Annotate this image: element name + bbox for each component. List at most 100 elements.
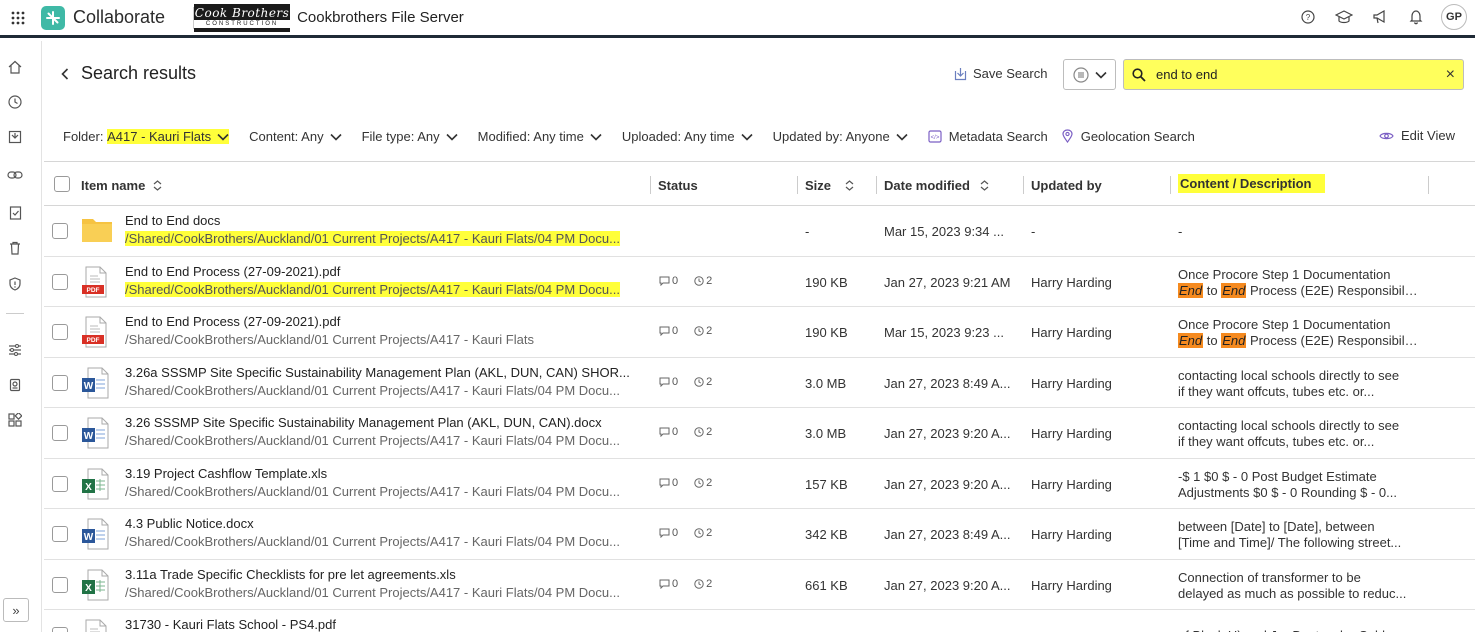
- home-icon[interactable]: [0, 54, 30, 80]
- comments-count[interactable]: 0: [659, 275, 678, 287]
- app-launcher-icon[interactable]: [3, 3, 33, 33]
- inbox-icon[interactable]: [0, 124, 30, 150]
- versions-count[interactable]: 2: [694, 527, 712, 539]
- edit-view-button[interactable]: Edit View: [1379, 128, 1455, 143]
- row-checkbox[interactable]: [52, 576, 68, 593]
- item-name-link[interactable]: 3.11a Trade Specific Checklists for pre …: [125, 567, 456, 582]
- comments-count[interactable]: 0: [659, 376, 678, 388]
- chevron-down-icon: [741, 129, 753, 144]
- row-checkbox[interactable]: [52, 273, 68, 290]
- geolocation-search-button[interactable]: Geolocation Search: [1062, 129, 1195, 144]
- app-name[interactable]: Collaborate: [73, 7, 165, 28]
- recent-icon[interactable]: [0, 89, 30, 115]
- item-path-link[interactable]: /Shared/CookBrothers/Auckland/01 Current…: [125, 585, 620, 600]
- table-row[interactable]: X 3.19 Project Cashflow Template.xls /Sh…: [44, 459, 1475, 509]
- shield-icon[interactable]: [0, 271, 30, 297]
- row-checkbox[interactable]: [52, 324, 68, 340]
- item-name-link[interactable]: 3.26a SSSMP Site Specific Sustainability…: [125, 365, 630, 380]
- sidebar-expand-button[interactable]: »: [3, 598, 29, 622]
- comments-count[interactable]: 0: [659, 527, 678, 539]
- column-separator[interactable]: [1170, 176, 1171, 194]
- item-name-link[interactable]: End to End Process (27-09-2021).pdf: [125, 314, 340, 329]
- filter-file-type[interactable]: File type: Any: [362, 129, 458, 144]
- announcements-icon[interactable]: [1369, 6, 1391, 28]
- row-checkbox[interactable]: [52, 425, 68, 441]
- item-path-link[interactable]: /Shared/CookBrothers/Auckland/01 Current…: [125, 231, 620, 246]
- versions-count[interactable]: 2: [694, 275, 712, 287]
- status-cell: 0 2: [659, 376, 712, 388]
- learn-icon[interactable]: [1333, 6, 1355, 28]
- clear-search-icon[interactable]: ×: [1446, 66, 1455, 84]
- item-name-link[interactable]: End to End docs: [125, 213, 220, 228]
- metadata-search-button[interactable]: </> Metadata Search: [928, 129, 1048, 144]
- item-name-link[interactable]: 3.26 SSSMP Site Specific Sustainability …: [125, 415, 602, 430]
- item-name-link[interactable]: 3.19 Project Cashflow Template.xls: [125, 466, 327, 481]
- link-icon[interactable]: [0, 162, 30, 188]
- item-path-link[interactable]: /Shared/CookBrothers/Auckland/01 Current…: [125, 383, 620, 398]
- table-row[interactable]: W 4.3 Public Notice.docx /Shared/CookBro…: [44, 509, 1475, 560]
- select-all-checkbox[interactable]: [54, 176, 70, 192]
- filter-folder[interactable]: Folder: A417 - Kauri Flats: [63, 128, 230, 144]
- column-updated-by[interactable]: Updated by: [1031, 178, 1102, 193]
- comments-count[interactable]: 0: [659, 477, 678, 489]
- item-path-link[interactable]: /Shared/CookBrothers/Auckland/01 Current…: [125, 332, 534, 347]
- item-name-link[interactable]: End to End Process (27-09-2021).pdf: [125, 264, 340, 279]
- item-path-link[interactable]: /Shared/CookBrothers/Auckland/01 Current…: [125, 484, 620, 499]
- versions-count[interactable]: 2: [694, 426, 712, 438]
- filter-content[interactable]: Content: Any: [249, 129, 342, 144]
- table-row[interactable]: End to End docs /Shared/CookBrothers/Auc…: [44, 206, 1475, 257]
- row-checkbox[interactable]: [52, 475, 68, 492]
- item-path-link[interactable]: /Shared/CookBrothers/Auckland/01 Current…: [125, 534, 620, 549]
- item-path-link[interactable]: /Shared/CookBrothers/Auckland/01 Current…: [125, 281, 620, 297]
- table-row[interactable]: PDF 31730 - Kauri Flats School - PS4.pdf…: [44, 610, 1475, 632]
- column-separator[interactable]: [797, 176, 798, 194]
- item-path-link[interactable]: /Shared/CookBrothers/Auckland/01 Current…: [125, 433, 620, 448]
- filter-uploaded[interactable]: Uploaded: Any time: [622, 129, 753, 144]
- versions-count[interactable]: 2: [694, 325, 712, 337]
- table-row[interactable]: W 3.26a SSSMP Site Specific Sustainabili…: [44, 358, 1475, 408]
- version-history-icon: [694, 528, 704, 538]
- item-name-link[interactable]: 31730 - Kauri Flats School - PS4.pdf: [125, 617, 336, 632]
- settings-sliders-icon[interactable]: [0, 337, 30, 363]
- filter-updated-by[interactable]: Updated by: Anyone: [773, 129, 908, 144]
- search-input[interactable]: [1156, 67, 1436, 82]
- column-separator[interactable]: [1428, 176, 1429, 194]
- comments-count[interactable]: 0: [659, 578, 678, 590]
- save-icon: [954, 67, 967, 80]
- apps-icon[interactable]: [0, 407, 30, 433]
- filter-modified[interactable]: Modified: Any time: [478, 129, 602, 144]
- comments-count[interactable]: 0: [659, 426, 678, 438]
- column-item-name[interactable]: Item name: [81, 178, 162, 193]
- versions-count[interactable]: 2: [694, 578, 712, 590]
- avatar[interactable]: GP: [1441, 4, 1467, 30]
- notifications-icon[interactable]: [1405, 6, 1427, 28]
- table-row[interactable]: PDF End to End Process (27-09-2021).pdf …: [44, 307, 1475, 358]
- column-size[interactable]: Size: [805, 178, 854, 193]
- comments-count[interactable]: 0: [659, 325, 678, 337]
- save-search-button[interactable]: Save Search: [954, 66, 1047, 81]
- versions-count[interactable]: 2: [694, 477, 712, 489]
- versions-count[interactable]: 2: [694, 376, 712, 388]
- column-separator[interactable]: [1023, 176, 1024, 194]
- table-row[interactable]: W 3.26 SSSMP Site Specific Sustainabilit…: [44, 408, 1475, 459]
- help-icon[interactable]: ?: [1297, 6, 1319, 28]
- project-name[interactable]: Cookbrothers File Server: [297, 9, 464, 26]
- column-date-modified[interactable]: Date modified: [884, 178, 989, 193]
- row-checkbox[interactable]: [52, 627, 68, 632]
- table-row[interactable]: X 3.11a Trade Specific Checklists for pr…: [44, 560, 1475, 610]
- tasks-icon[interactable]: [0, 199, 30, 225]
- expand-icon: »: [12, 602, 20, 618]
- back-button[interactable]: [56, 64, 74, 84]
- column-status[interactable]: Status: [658, 178, 698, 193]
- item-name-link[interactable]: 4.3 Public Notice.docx: [125, 516, 254, 531]
- row-checkbox[interactable]: [52, 223, 68, 239]
- badge-icon[interactable]: [0, 372, 30, 398]
- row-checkbox[interactable]: [52, 374, 68, 391]
- column-separator[interactable]: [876, 176, 877, 194]
- trash-icon[interactable]: [0, 235, 30, 261]
- column-separator[interactable]: [650, 176, 651, 194]
- column-content-description[interactable]: Content / Description: [1176, 173, 1339, 193]
- row-checkbox[interactable]: [52, 526, 68, 542]
- saved-searches-dropdown[interactable]: [1063, 59, 1116, 90]
- table-row[interactable]: PDF End to End Process (27-09-2021).pdf …: [44, 257, 1475, 307]
